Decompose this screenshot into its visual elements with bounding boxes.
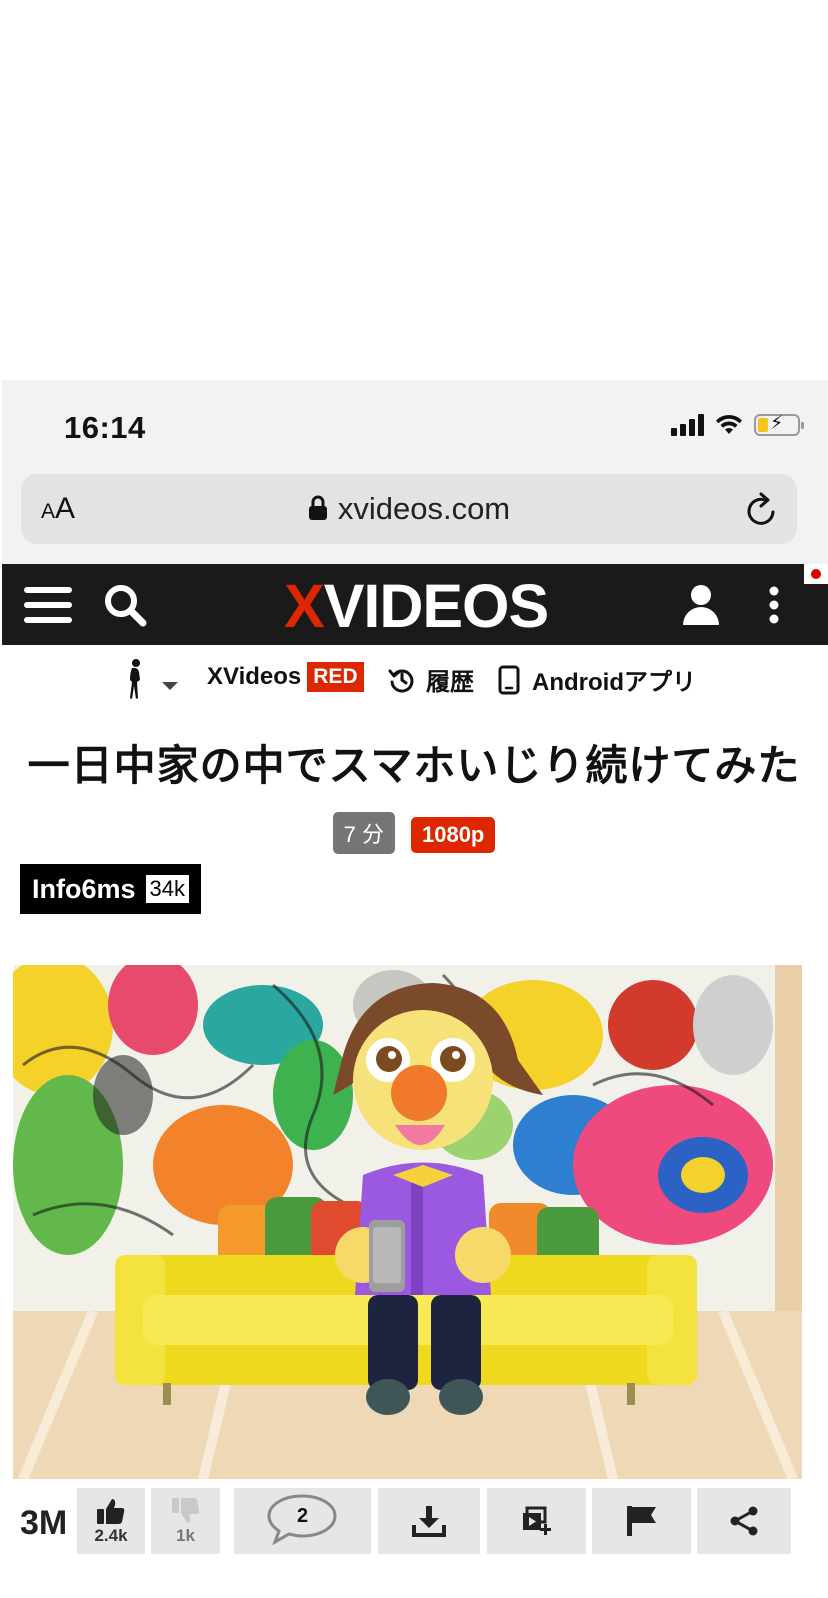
hamburger-icon — [24, 586, 72, 623]
xvideos-red-link[interactable]: XVideos RED — [207, 662, 364, 692]
account-button[interactable] — [678, 564, 724, 645]
user-icon — [683, 584, 719, 625]
japan-flag-icon[interactable] — [804, 564, 828, 584]
android-app-label: Androidアプリ — [532, 669, 696, 696]
blank-area — [0, 0, 828, 380]
sub-navigation: XVideos RED 履歴 Androidアプリ — [0, 652, 828, 708]
thumbs-up-icon — [97, 1498, 125, 1524]
reload-icon[interactable] — [743, 490, 779, 528]
more-vertical-icon — [769, 586, 779, 623]
site-header: XVIDEOS — [2, 564, 828, 645]
add-to-playlist-button[interactable] — [487, 1488, 586, 1554]
subscriber-count: 34k — [145, 875, 190, 903]
video-title: 一日中家の中でスマホいじり続けてみた — [27, 742, 801, 789]
share-icon — [730, 1506, 758, 1536]
video-thumbnail — [13, 965, 802, 1479]
uploader-badge[interactable]: Info6ms 34k — [20, 864, 202, 914]
battery-charging-icon: ⚡ — [754, 413, 804, 436]
video-player[interactable] — [13, 965, 802, 1479]
chevron-down-icon — [162, 682, 178, 690]
cellular-signal-icon — [671, 414, 704, 436]
red-badge: RED — [307, 662, 364, 692]
status-icons: ⚡ — [671, 413, 804, 436]
thumbs-down-icon — [171, 1497, 199, 1523]
address-bar[interactable]: AA xvideos.com — [21, 474, 797, 544]
download-button[interactable] — [378, 1488, 480, 1554]
comments-button[interactable]: 2 — [234, 1488, 371, 1554]
status-time: 16:14 — [64, 410, 146, 445]
android-app-link[interactable]: Androidアプリ — [498, 662, 696, 697]
flag-icon — [626, 1506, 656, 1536]
dislike-button[interactable]: 1k — [151, 1488, 220, 1554]
more-menu-button[interactable] — [762, 564, 786, 645]
comment-count: 2 — [296, 1504, 309, 1527]
site-logo[interactable]: XVIDEOS — [284, 571, 549, 641]
quality-badge: 1080p — [410, 817, 496, 853]
red-prefix-label: XVideos — [207, 663, 302, 690]
browser-chrome: 16:14 ⚡ AA xvideos.com — [2, 380, 828, 564]
report-button[interactable] — [592, 1488, 691, 1554]
like-count: 2.4k — [94, 1525, 128, 1545]
search-icon — [105, 584, 147, 626]
history-icon — [388, 669, 414, 693]
lock-icon — [308, 495, 327, 520]
wifi-icon — [716, 414, 742, 434]
menu-button[interactable] — [20, 564, 76, 645]
add-to-playlist-icon — [522, 1506, 551, 1535]
orientation-selector[interactable] — [122, 658, 180, 702]
woman-silhouette-icon — [130, 659, 140, 699]
history-label: 履歴 — [426, 669, 474, 696]
url-field[interactable]: xvideos.com — [21, 491, 797, 527]
history-link[interactable]: 履歴 — [388, 662, 474, 697]
video-badges: 7 分 1080p — [0, 812, 828, 854]
url-text: xvideos.com — [337, 491, 511, 526]
download-icon — [412, 1506, 446, 1537]
uploader-name: Info6ms — [32, 873, 136, 904]
like-button[interactable]: 2.4k — [77, 1488, 145, 1554]
duration-badge: 7 分 — [332, 812, 395, 854]
video-action-bar: 3M 2.4k 1k 2 — [0, 1486, 828, 1556]
share-button[interactable] — [697, 1488, 791, 1554]
dislike-count: 1k — [176, 1525, 195, 1545]
search-button[interactable] — [100, 564, 150, 645]
view-count: 3M — [20, 1504, 68, 1542]
smartphone-icon — [498, 665, 520, 694]
